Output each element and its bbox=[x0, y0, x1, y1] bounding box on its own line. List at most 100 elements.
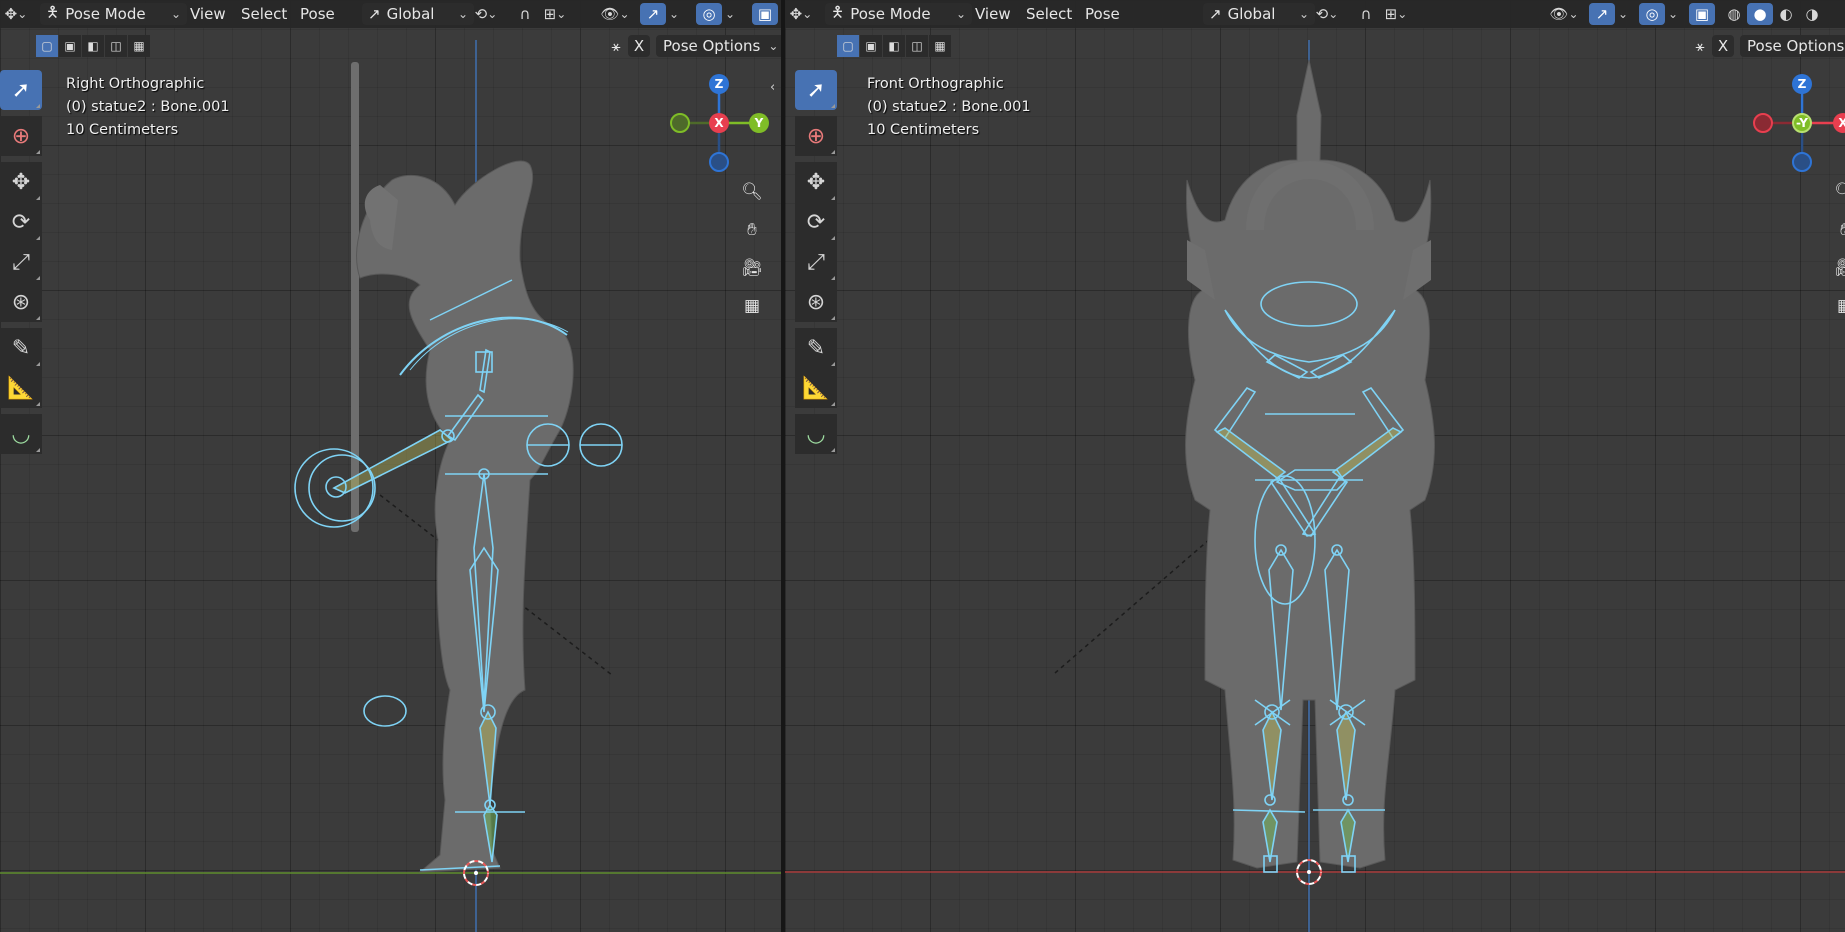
orientation-dropdown[interactable]: ↗ Global ⌄ bbox=[362, 3, 474, 25]
xray-toggle[interactable]: ▣ bbox=[1689, 3, 1715, 25]
measure-tool[interactable]: 📐 bbox=[795, 368, 837, 408]
mirror-icon[interactable]: ⚹ bbox=[605, 35, 627, 57]
shading-material-button[interactable]: ◐ bbox=[1773, 3, 1799, 25]
select-invert-icon[interactable]: ◫ bbox=[105, 35, 127, 57]
gizmo-x-axis[interactable]: X bbox=[709, 113, 729, 133]
select-extend-icon[interactable]: ▣ bbox=[59, 35, 81, 57]
xray-toggle[interactable]: ▣ bbox=[752, 3, 778, 25]
overlays-toggle[interactable]: ◎ bbox=[696, 3, 722, 25]
gizmo-neg-y-axis[interactable] bbox=[670, 113, 690, 133]
viewport-right-orthographic[interactable]: ✥ ⌄ 🯅 Pose Mode ⌄ View Select Pose ↗ Glob… bbox=[0, 0, 781, 932]
gizmo-neg-z-axis[interactable] bbox=[709, 152, 729, 172]
transform-tool[interactable]: ⊛ bbox=[795, 282, 837, 322]
mode-dropdown[interactable]: 🯅 Pose Mode ⌄ bbox=[825, 3, 972, 25]
snap-toggle[interactable]: ∩ bbox=[1353, 3, 1379, 25]
gizmo-neg-z-axis[interactable] bbox=[1792, 152, 1812, 172]
annotate-tool[interactable]: ✎ bbox=[795, 328, 837, 368]
relax-pose-tool[interactable]: ◡ bbox=[795, 414, 837, 454]
pivot-point-button[interactable]: ⟲ ⌄ bbox=[1311, 3, 1343, 25]
gizmo-dropdown[interactable]: ⌄ bbox=[1615, 3, 1631, 25]
view-name: Front Orthographic bbox=[867, 76, 1004, 92]
move-tool[interactable]: ✥ bbox=[795, 162, 837, 202]
select-box-tool[interactable]: ➚ bbox=[795, 70, 837, 110]
cursor-tool[interactable]: ⊕ bbox=[0, 116, 42, 156]
snap-increment-icon: ⊞ bbox=[1384, 5, 1398, 23]
select-subtract-icon[interactable]: ◧ bbox=[883, 35, 905, 57]
shading-wireframe-button[interactable]: ◍ bbox=[1721, 3, 1747, 25]
3d-cursor-icon: ⊕ bbox=[11, 123, 31, 149]
select-box-tool[interactable]: ➚ bbox=[0, 70, 42, 110]
shading-solid-button[interactable]: ● bbox=[1747, 3, 1773, 25]
camera-icon[interactable]: 🎥︎ bbox=[736, 252, 768, 284]
menu-pose[interactable]: Pose bbox=[1079, 3, 1126, 25]
relax-pose-tool[interactable]: ◡ bbox=[0, 414, 42, 454]
rotate-tool[interactable]: ⟳ bbox=[0, 202, 42, 242]
gizmo-icon: ↗ bbox=[646, 5, 660, 23]
mode-dropdown[interactable]: 🯅 Pose Mode ⌄ bbox=[40, 3, 187, 25]
visibility-button[interactable]: 👁 ⌄ bbox=[596, 3, 634, 25]
scale-tool[interactable]: ⤢ bbox=[795, 242, 837, 282]
menu-select[interactable]: Select bbox=[1020, 3, 1078, 25]
gizmo-z-axis[interactable]: Z bbox=[1792, 74, 1812, 94]
xray-icon: ▣ bbox=[1694, 5, 1710, 23]
shading-rendered-button[interactable]: ◑ bbox=[1799, 3, 1825, 25]
gizmo-toggle[interactable]: ↗ bbox=[640, 3, 666, 25]
statue-mesh bbox=[1185, 59, 1435, 869]
pose-mode-icon: 🯅 bbox=[831, 2, 845, 21]
editor-type-button[interactable]: ✥ ⌄ bbox=[787, 3, 815, 25]
gizmo-y-axis[interactable]: Y bbox=[749, 113, 769, 133]
measure-tool[interactable]: 📐 bbox=[0, 368, 42, 408]
gizmo-toggle[interactable]: ↗ bbox=[1589, 3, 1615, 25]
scale-tool[interactable]: ⤢ bbox=[0, 242, 42, 282]
zoom-icon[interactable]: 🔍︎ bbox=[736, 176, 768, 208]
transform-tool[interactable]: ⊛ bbox=[0, 282, 42, 322]
cursor-tool[interactable]: ⊕ bbox=[795, 116, 837, 156]
select-invert-icon[interactable]: ◫ bbox=[906, 35, 928, 57]
navigation-gizmo[interactable]: Z X Y bbox=[660, 72, 780, 182]
pivot-point-button[interactable]: ⟲ ⌄ bbox=[470, 3, 502, 25]
sidebar-toggle-icon[interactable]: ‹ bbox=[770, 80, 775, 95]
select-subtract-icon[interactable]: ◧ bbox=[82, 35, 104, 57]
gizmo-neg-y-axis[interactable]: -Y bbox=[1792, 113, 1812, 133]
orientation-dropdown[interactable]: ↗ Global ⌄ bbox=[1203, 3, 1315, 25]
grid-view-icon[interactable]: ▦ bbox=[736, 290, 768, 322]
menu-select[interactable]: Select bbox=[235, 3, 293, 25]
snap-toggle[interactable]: ∩ bbox=[512, 3, 538, 25]
overlays-dropdown[interactable]: ⌄ bbox=[722, 3, 738, 25]
chevron-down-icon: ⌄ bbox=[1568, 7, 1579, 21]
editor-type-button[interactable]: ✥ ⌄ bbox=[2, 3, 30, 25]
overlays-toggle[interactable]: ◎ bbox=[1639, 3, 1665, 25]
rotate-tool[interactable]: ⟳ bbox=[795, 202, 837, 242]
orientation-label: Global bbox=[386, 5, 435, 23]
gizmo-dropdown[interactable]: ⌄ bbox=[666, 3, 682, 25]
annotate-tool[interactable]: ✎ bbox=[0, 328, 42, 368]
snap-target-button[interactable]: ⊞ ⌄ bbox=[538, 3, 572, 25]
select-extend-icon[interactable]: ▣ bbox=[860, 35, 882, 57]
pencil-icon: ✎ bbox=[806, 335, 826, 361]
mirror-icon[interactable]: ⚹ bbox=[1689, 35, 1711, 57]
menu-view[interactable]: View bbox=[969, 3, 1017, 25]
select-new-icon[interactable]: ▢ bbox=[837, 35, 859, 57]
select-new-icon[interactable]: ▢ bbox=[36, 35, 58, 57]
gizmo-z-axis[interactable]: Z bbox=[709, 74, 729, 94]
visibility-button[interactable]: 👁 ⌄ bbox=[1545, 3, 1583, 25]
pose-options-dropdown[interactable]: Pose Options ⌄ bbox=[1740, 35, 1845, 57]
viewport-header: ✥ ⌄ 🯅 Pose Mode ⌄ View Select Pose ↗ Glob… bbox=[0, 0, 781, 28]
overlays-dropdown[interactable]: ⌄ bbox=[1665, 3, 1681, 25]
pan-hand-icon[interactable]: ✋︎ bbox=[736, 214, 768, 246]
select-intersect-icon[interactable]: ▦ bbox=[929, 35, 951, 57]
magnet-icon: ∩ bbox=[1360, 5, 1372, 23]
viewport-front-orthographic[interactable]: ✥ ⌄ 🯅 Pose Mode ⌄ View Select Pose ↗ Glob… bbox=[785, 0, 1845, 932]
relax-pose-icon: ◡ bbox=[806, 421, 826, 447]
gizmo-neg-x-axis[interactable] bbox=[1753, 113, 1773, 133]
x-mirror-toggle[interactable]: X bbox=[628, 35, 650, 57]
x-mirror-toggle[interactable]: X bbox=[1712, 35, 1734, 57]
select-intersect-icon[interactable]: ▦ bbox=[128, 35, 150, 57]
menu-view[interactable]: View bbox=[184, 3, 232, 25]
snap-target-button[interactable]: ⊞ ⌄ bbox=[1379, 3, 1413, 25]
menu-pose[interactable]: Pose bbox=[294, 3, 341, 25]
navigation-gizmo[interactable]: Z -Y X bbox=[1747, 72, 1845, 182]
pose-options-dropdown[interactable]: Pose Options ⌄ bbox=[656, 35, 781, 57]
move-icon: ✥ bbox=[806, 169, 826, 195]
move-tool[interactable]: ✥ bbox=[0, 162, 42, 202]
